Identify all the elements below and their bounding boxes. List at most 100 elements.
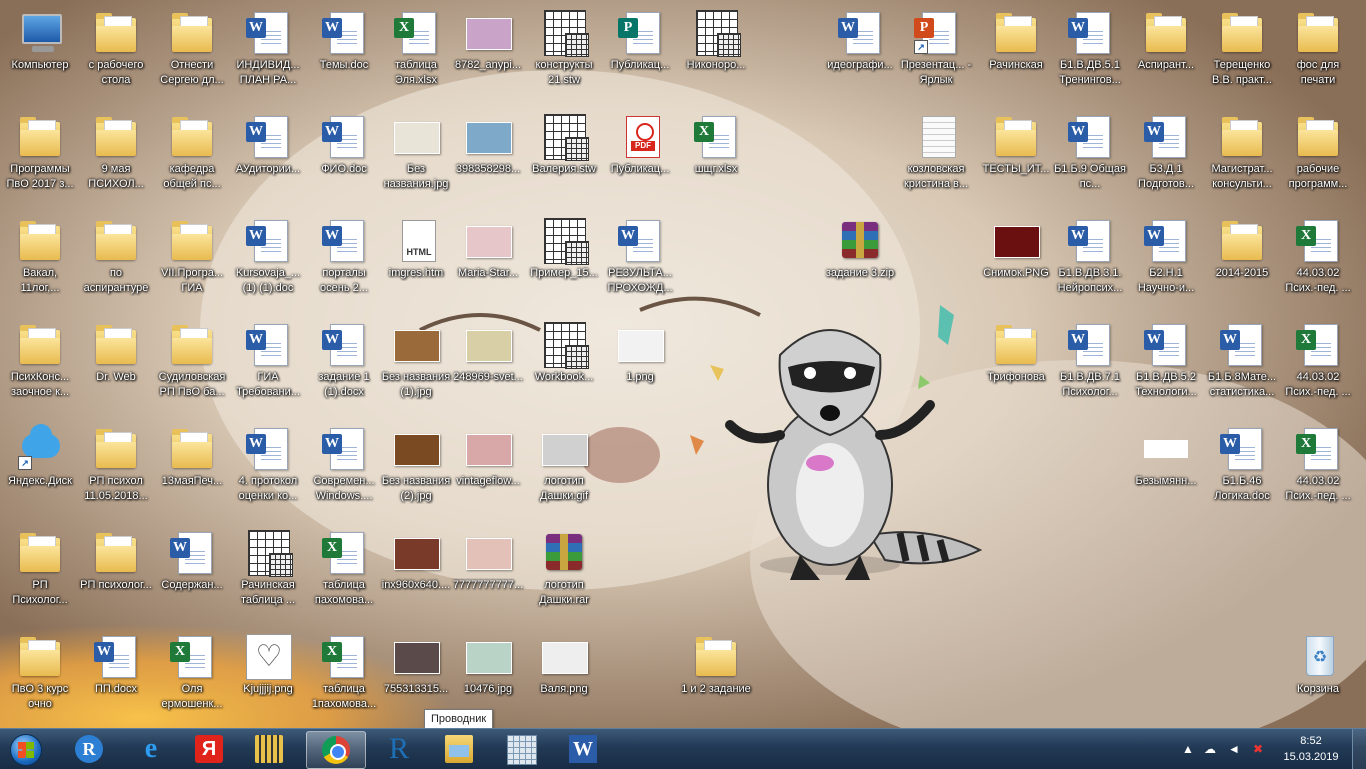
show-hidden-icons-icon[interactable]: ▲	[1180, 741, 1196, 757]
desktop-icon[interactable]: W Б1.Б.8Мате... статистика...	[1204, 316, 1280, 420]
desktop-icon[interactable]: X Оля ермошенк...	[154, 628, 230, 732]
desktop-icon[interactable]: по аспирантуре	[78, 212, 154, 316]
desktop-icon[interactable]: W Б1.Б.46 Логика.doc	[1204, 420, 1280, 524]
desktop-icon[interactable]: W Б1.В.ДВ.5.2 Технологи...	[1128, 316, 1204, 420]
desktop-icon[interactable]: логотип Дашки.rar	[526, 524, 602, 628]
desktop-icon[interactable]: HTML imgres.htm	[378, 212, 454, 316]
desktop-icon[interactable]: W ИНДИВИД... ПЛАН РА...	[230, 4, 306, 108]
desktop-icon[interactable]: Терещенко В.В. практ...	[1204, 4, 1280, 108]
desktop-icon[interactable]: с рабочего стола	[78, 4, 154, 108]
desktop-icon[interactable]: W ГИА Требовани...	[230, 316, 306, 420]
taskbar-chrome-button[interactable]	[306, 731, 366, 769]
desktop-icon[interactable]: Снимок.PNG	[978, 212, 1054, 316]
show-desktop-button[interactable]	[1352, 729, 1366, 769]
desktop-icon[interactable]: W Б1.В.ДВ.3.1. Нейропсих...	[1052, 212, 1128, 316]
desktop-icon[interactable]: W Б2.Н.1 Научно-и...	[1128, 212, 1204, 316]
desktop-icon[interactable]: конструкты 21.stw	[526, 4, 602, 108]
desktop-icon[interactable]: кафедра общей пс...	[154, 108, 230, 212]
desktop-icon[interactable]: 9 мая ПСИХОЛ...	[78, 108, 154, 212]
desktop-icon[interactable]: Аспирант...	[1128, 4, 1204, 108]
desktop-icon[interactable]: 398358298...	[450, 108, 526, 212]
desktop-icon[interactable]: W Современ... Windows....	[306, 420, 382, 524]
taskbar-r-app-button[interactable]: R	[60, 731, 118, 767]
desktop-icon[interactable]: Рачинская	[978, 4, 1054, 108]
desktop-icon[interactable]: Валерия.stw	[526, 108, 602, 212]
desktop-icon[interactable]: Xтаблица 1пахомова...	[306, 628, 382, 732]
desktop-icon[interactable]: W Б1.В.ДВ.7.1 Психолог...	[1052, 316, 1128, 420]
desktop-icon[interactable]: РП психолог...	[78, 524, 154, 628]
desktop-icon[interactable]: W Темы.doc	[306, 4, 382, 108]
desktop-icon[interactable]: ♡ Kjujjjij.png	[230, 628, 306, 732]
desktop-icon[interactable]: W ПП.docx	[78, 628, 154, 732]
desktop-icon[interactable]: vintageflow...	[450, 420, 526, 524]
desktop-icon[interactable]: W РЕЗУЛЬТА... ПРОХОЖД...	[602, 212, 678, 316]
taskbar-statistica-button[interactable]	[240, 731, 298, 767]
desktop-icon[interactable]: Судиловская РП ПвО ба...	[154, 316, 230, 420]
desktop-icon[interactable]: 7777777777...	[450, 524, 526, 628]
desktop-icon[interactable]: ♻ Корзина	[1280, 628, 1356, 732]
desktop-icon[interactable]: VII.Програ... ГИА	[154, 212, 230, 316]
desktop-icon[interactable]: P Публикац...	[602, 4, 678, 108]
desktop-icon[interactable]: задание 3.zip	[822, 212, 898, 316]
desktop-icon[interactable]: РП психол 11.05.2018...	[78, 420, 154, 524]
desktop-icon[interactable]: Без названия.jpg	[378, 108, 454, 212]
desktop-icon[interactable]: Отнести Сергею дл...	[154, 4, 230, 108]
desktop-icon[interactable]: P ↗ Презентац... - Ярлык	[898, 4, 974, 108]
taskbar-calculator-button[interactable]	[492, 731, 550, 767]
desktop-icon[interactable]: W ФИО.doc	[306, 108, 382, 212]
desktop-icon[interactable]: 248969-svet...	[450, 316, 526, 420]
desktop-icon[interactable]: Компьютер	[2, 4, 78, 108]
desktop-icon[interactable]: Wзадание 1 (1).docx	[306, 316, 382, 420]
desktop-icon[interactable]: X 44.03.02 Псих.-пед. ...	[1280, 316, 1356, 420]
desktop-icon[interactable]: Безымянн...	[1128, 420, 1204, 524]
volume-icon[interactable]: ◄	[1226, 741, 1242, 757]
desktop-icon[interactable]: Maria-Star...	[450, 212, 526, 316]
desktop-icon[interactable]: ПсихКонс... заочное к...	[2, 316, 78, 420]
taskbar-word-button[interactable]: W	[554, 731, 612, 767]
desktop-icon[interactable]: логотип Дашки.gif	[526, 420, 602, 524]
desktop-icon[interactable]: X 44.03.02 Псих.-пед. ...	[1280, 420, 1356, 524]
desktop-icon[interactable]: 13маяПеч...	[154, 420, 230, 524]
desktop-icon[interactable]: ↗ Яндекс.Диск	[2, 420, 78, 524]
desktop-icon[interactable]: 2014-2015	[1204, 212, 1280, 316]
taskbar-internet-explorer-button[interactable]: e	[122, 731, 180, 767]
desktop-icon[interactable]: Программы ПвО 2017 з...	[2, 108, 78, 212]
desktop-icon[interactable]: 8782_anypi...	[450, 4, 526, 108]
desktop-icon[interactable]: Рачинская таблица ...	[230, 524, 306, 628]
desktop-icon[interactable]: X 44.03.02 Псих.-пед. ...	[1280, 212, 1356, 316]
desktop-icon[interactable]: W АУдитории...	[230, 108, 306, 212]
clock[interactable]: 8:52 15.03.2019	[1276, 733, 1346, 765]
desktop-icon[interactable]: Без названия (2).jpg	[378, 420, 454, 524]
desktop-icon[interactable]: Wпорталы осень 2...	[306, 212, 382, 316]
desktop-icon[interactable]: Workbook...	[526, 316, 602, 420]
network-icon[interactable]: ✖	[1250, 741, 1266, 757]
desktop-icon[interactable]: PDF Публикац...	[602, 108, 678, 212]
desktop-icon[interactable]: РП Психолог...	[2, 524, 78, 628]
start-button[interactable]	[4, 730, 48, 768]
desktop-icon[interactable]: козловская кристина в...	[898, 108, 974, 212]
desktop-icon[interactable]: фос для печати	[1280, 4, 1356, 108]
desktop-icon[interactable]: Wидеографи...	[822, 4, 898, 108]
desktop-icon[interactable]: ПвО 3 курс очно	[2, 628, 78, 732]
desktop-icon[interactable]: Xшщг.xlsx	[678, 108, 754, 212]
desktop-icon[interactable]: Никоноро...	[678, 4, 754, 108]
taskbar-explorer-button[interactable]	[430, 731, 488, 767]
desktop-icon[interactable]: W 4. протокол оценки ко...	[230, 420, 306, 524]
taskbar-yandex-browser-button[interactable]: Я	[180, 731, 238, 767]
desktop-icon[interactable]: 1 и 2 задание	[678, 628, 754, 732]
desktop-icon[interactable]: inx960x640....	[378, 524, 454, 628]
desktop-icon[interactable]: Трифонова	[978, 316, 1054, 420]
desktop-icon[interactable]: Без названия (1).jpg	[378, 316, 454, 420]
desktop-icon[interactable]: ТЕСТЫ_ИТ...	[978, 108, 1054, 212]
desktop-icon[interactable]: Вакал, 11лог,...	[2, 212, 78, 316]
desktop-icon[interactable]: Xтаблица Эля.xlsx	[378, 4, 454, 108]
desktop-icon[interactable]: 1.png	[602, 316, 678, 420]
taskbar-rstudio-button[interactable]: R	[370, 731, 428, 767]
desktop-icon[interactable]: W Б1.Б.9 Общая пс...	[1052, 108, 1128, 212]
desktop-icon[interactable]: Пример_15...	[526, 212, 602, 316]
cloud-icon[interactable]: ☁	[1202, 741, 1218, 757]
desktop-icon[interactable]: Магистрат... консульти...	[1204, 108, 1280, 212]
desktop-icon[interactable]: Валя.png	[526, 628, 602, 732]
desktop-icon[interactable]: Dr. Web	[78, 316, 154, 420]
desktop-icon[interactable]: W Б1.В.ДВ.5.1 Тренингов...	[1052, 4, 1128, 108]
